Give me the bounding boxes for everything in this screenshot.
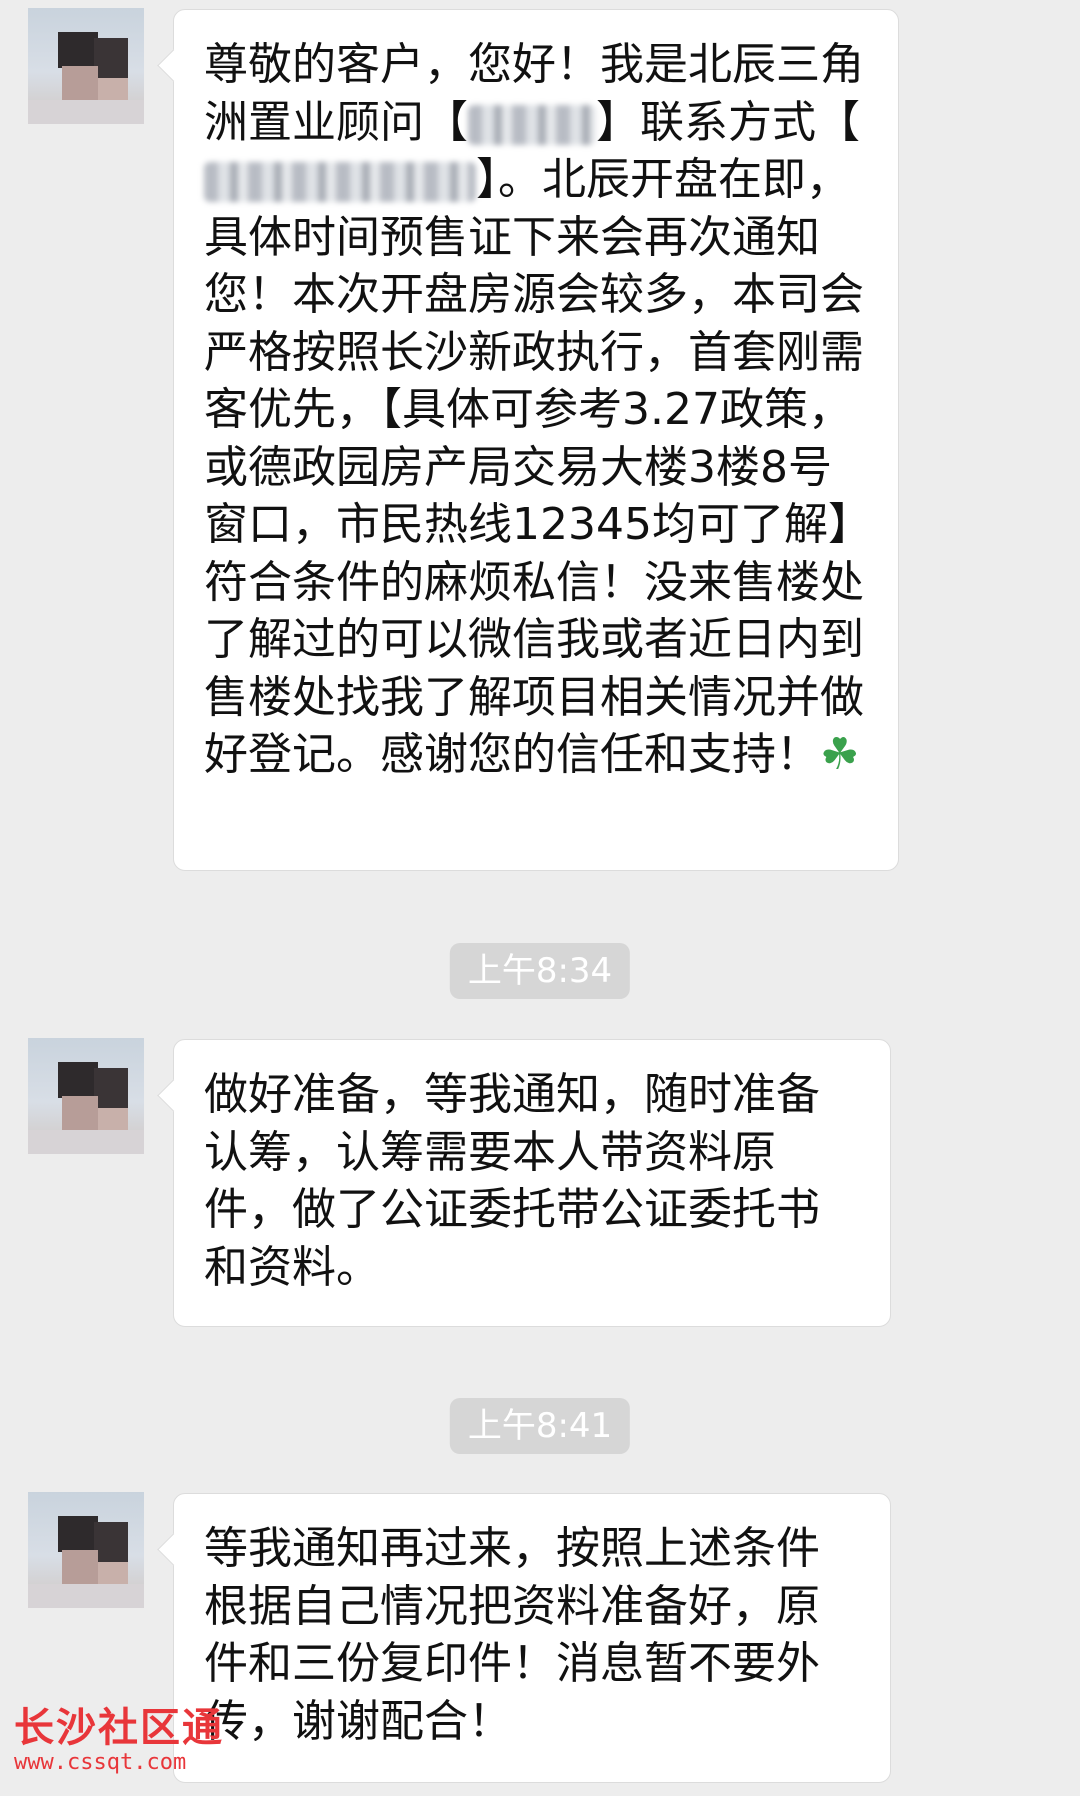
bubble-tail xyxy=(157,1533,190,1566)
redacted-name xyxy=(468,104,596,145)
bubble-tail xyxy=(157,1079,190,1112)
message-bubble[interactable]: 做好准备，等我通知，随时准备认筹，认筹需要本人带资料原件，做了公证委托带公证委托… xyxy=(157,1039,891,1327)
message-bubble[interactable]: 尊敬的客户，您好！我是北辰三角洲置业顾问【 】联系方式【】。北辰开盘在即，具体时间… xyxy=(157,9,899,871)
message-text: 尊敬的客户，您好！我是北辰三角洲置业顾问【 】联系方式【】。北辰开盘在即，具体时间… xyxy=(204,39,864,780)
watermark-url: www.cssqt.com xyxy=(14,1750,187,1775)
message-text: 做好准备，等我通知，随时准备认筹，认筹需要本人带资料原件，做了公证委托带公证委托… xyxy=(204,1069,820,1293)
timestamp: 上午8:34 xyxy=(449,943,631,999)
bubble-tail xyxy=(157,49,190,82)
clover-emoji-icon: ☘ xyxy=(820,729,860,780)
message-bubble[interactable]: 等我通知再过来，按照上述条件根据自己情况把资料准备好，原件和三份复印件！消息暂不… xyxy=(157,1493,891,1783)
timestamp: 上午8:41 xyxy=(449,1398,631,1454)
message-text: 等我通知再过来，按照上述条件根据自己情况把资料准备好，原件和三份复印件！消息暂不… xyxy=(204,1523,820,1747)
redacted-phone xyxy=(204,162,476,202)
watermark: 长沙社区通 www.cssqt.com xyxy=(14,1706,224,1776)
sender-avatar[interactable] xyxy=(28,8,144,124)
sender-avatar[interactable] xyxy=(28,1492,144,1608)
watermark-title: 长沙社区通 xyxy=(14,1706,224,1750)
sender-avatar[interactable] xyxy=(28,1038,144,1154)
